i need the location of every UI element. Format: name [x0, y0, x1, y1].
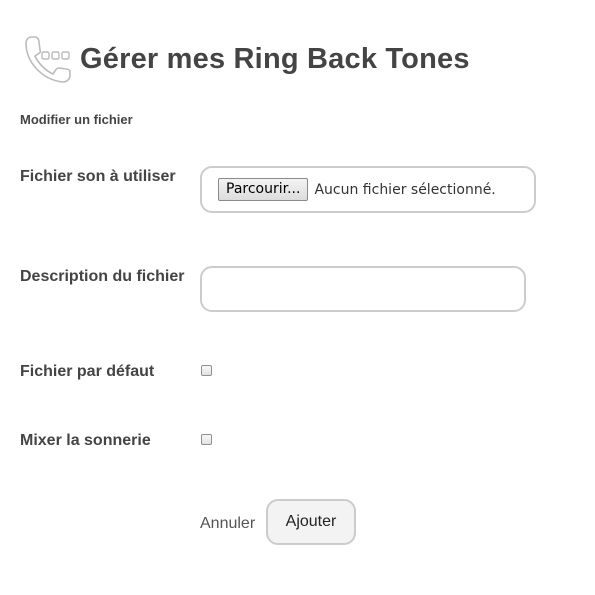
- sound-file-label: Fichier son à utiliser: [20, 168, 176, 185]
- form-subtitle: Modifier un fichier: [20, 112, 133, 127]
- add-button[interactable]: Ajouter: [266, 499, 356, 545]
- sound-file-field: Parcourir... Aucun fichier sélectionné.: [200, 166, 536, 213]
- cancel-link[interactable]: Annuler: [200, 515, 255, 533]
- description-label: Description du fichier: [20, 268, 185, 285]
- mix-ringtone-label: Mixer la sonnerie: [20, 432, 151, 449]
- file-status-text: Aucun fichier sélectionné.: [314, 181, 496, 198]
- default-file-checkbox[interactable]: [201, 365, 212, 376]
- page-title: Gérer mes Ring Back Tones: [80, 42, 470, 75]
- page-header: Gérer mes Ring Back Tones: [22, 34, 470, 86]
- default-file-label: Fichier par défaut: [20, 363, 155, 380]
- browse-button[interactable]: Parcourir...: [218, 178, 309, 201]
- description-input[interactable]: [200, 266, 526, 312]
- phone-keypad-icon: [22, 34, 74, 86]
- mix-ringtone-checkbox[interactable]: [201, 434, 212, 445]
